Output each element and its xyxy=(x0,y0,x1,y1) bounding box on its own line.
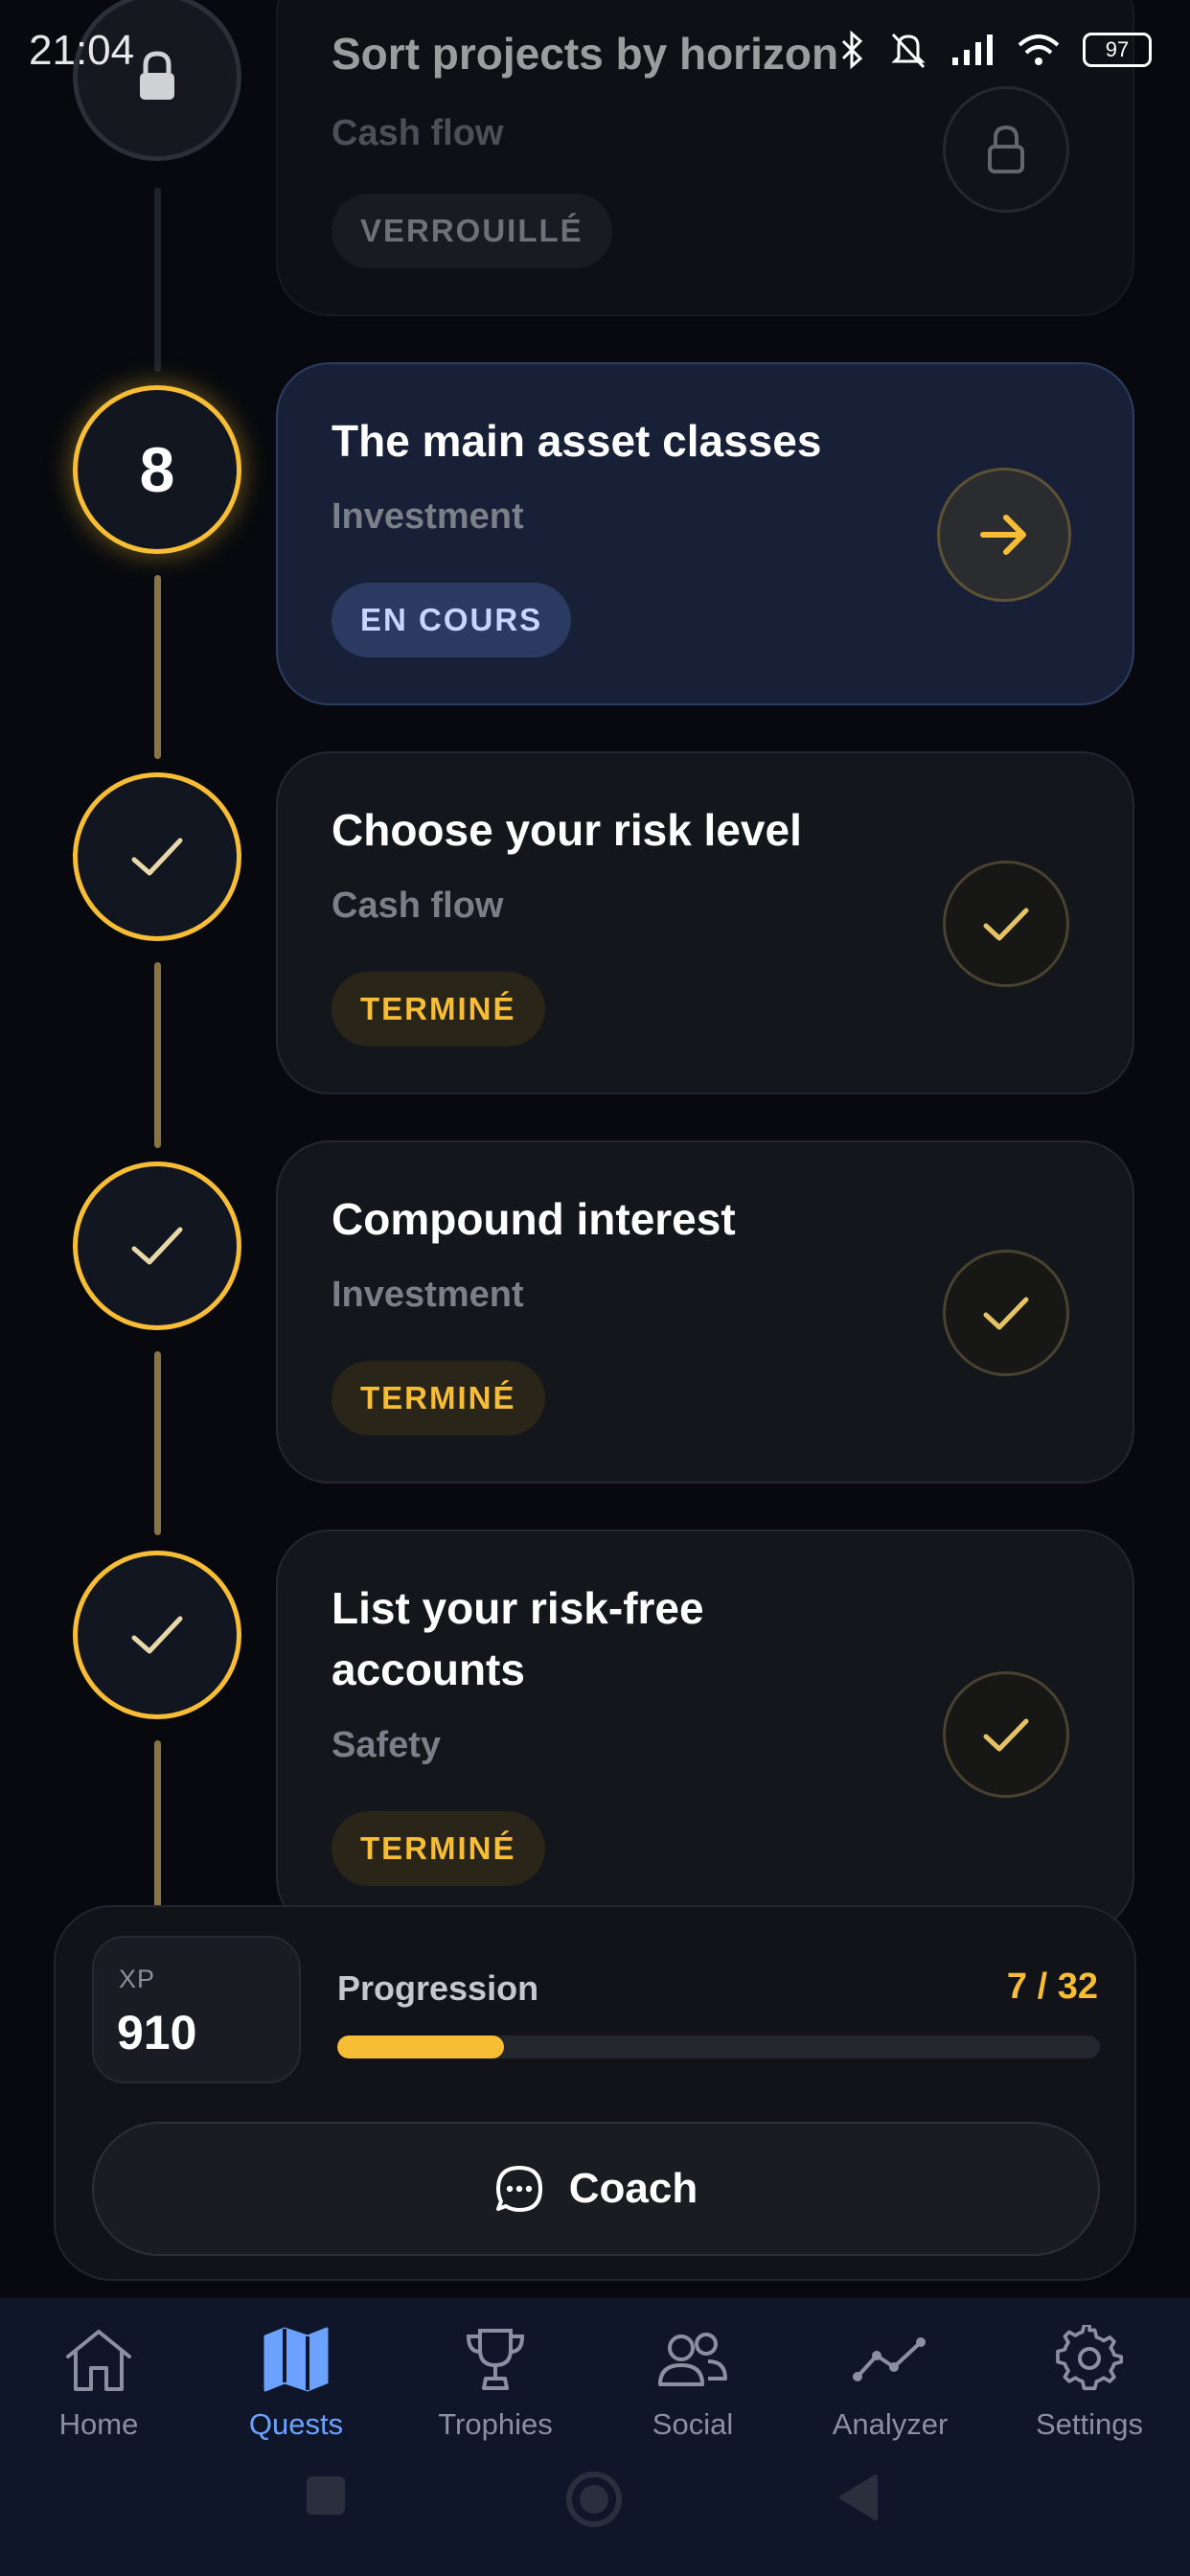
timeline-connector xyxy=(154,575,161,759)
quest-card-done[interactable]: Choose your risk level Cash flow TERMINÉ xyxy=(276,751,1134,1094)
quest-category: Investment xyxy=(332,1275,524,1315)
timeline-node-current: 8 xyxy=(73,385,241,554)
nav-label: Social xyxy=(652,2407,734,2441)
status-badge: TERMINÉ xyxy=(332,1811,545,1886)
nav-item-social[interactable]: Social xyxy=(594,2319,791,2463)
quest-number: 8 xyxy=(139,434,175,505)
arrow-right-icon xyxy=(980,515,1026,555)
bluetooth-icon xyxy=(841,30,863,70)
wifi-icon xyxy=(1018,34,1060,65)
progress-count: 7 / 32 xyxy=(1006,1966,1098,2007)
quest-title: The main asset classes xyxy=(332,416,822,466)
status-time: 21:04 xyxy=(29,27,135,74)
quest-card-current[interactable]: The main asset classes Investment EN COU… xyxy=(276,362,1134,705)
analytics-icon xyxy=(853,2337,926,2381)
battery-level: 97 xyxy=(1105,37,1130,61)
timeline-connector xyxy=(154,962,161,1148)
signal-icon xyxy=(952,34,993,65)
quest-title: Choose your risk level xyxy=(332,805,802,855)
system-navigation-bar xyxy=(0,2453,1190,2549)
coach-button[interactable]: Coach xyxy=(92,2122,1100,2256)
timeline-node-done xyxy=(73,1551,241,1719)
check-icon xyxy=(131,1616,183,1654)
quest-category: Cash flow xyxy=(332,113,504,153)
back-triangle-icon xyxy=(839,2474,878,2520)
nav-item-trophies[interactable]: Trophies xyxy=(397,2319,594,2463)
nav-label: Analyzer xyxy=(832,2407,949,2441)
completed-indicator xyxy=(943,1671,1069,1798)
nav-item-home[interactable]: Home xyxy=(0,2319,197,2463)
check-icon xyxy=(983,1297,1029,1330)
square-icon xyxy=(307,2476,345,2515)
recent-apps-button[interactable] xyxy=(303,2472,349,2518)
quest-title: Compound interest xyxy=(332,1194,736,1244)
nav-item-analyzer[interactable]: Analyzer xyxy=(791,2319,989,2463)
nav-item-quests[interactable]: Quests xyxy=(197,2319,395,2463)
gear-icon xyxy=(1056,2325,1124,2391)
users-icon xyxy=(658,2333,727,2386)
nav-label: Settings xyxy=(1035,2407,1143,2441)
nav-label: Home xyxy=(58,2407,139,2441)
xp-label: XP xyxy=(119,1965,156,1993)
quest-title: List your risk-free accounts xyxy=(332,1583,704,1694)
check-icon xyxy=(131,1227,183,1265)
start-quest-button[interactable] xyxy=(937,468,1071,602)
check-icon xyxy=(983,1718,1029,1752)
progress-bar xyxy=(337,2036,1100,2058)
timeline-node-done xyxy=(73,772,241,941)
status-badge: EN COURS xyxy=(332,583,572,657)
check-icon xyxy=(131,838,183,876)
status-badge: VERROUILLÉ xyxy=(332,194,612,268)
quest-card-done[interactable]: Compound interest Investment TERMINÉ xyxy=(276,1140,1134,1484)
quest-category: Cash flow xyxy=(332,886,504,926)
progress-bar-fill xyxy=(337,2036,505,2058)
home-icon xyxy=(66,2330,131,2391)
circle-icon xyxy=(566,2472,622,2527)
completed-indicator xyxy=(943,861,1069,987)
timeline-node-done xyxy=(73,1162,241,1330)
quest-category: Safety xyxy=(332,1725,442,1765)
xp-value: 910 xyxy=(117,2006,197,2059)
xp-box: XP 910 xyxy=(92,1936,301,2083)
check-icon xyxy=(983,908,1029,941)
status-bar: 21:04 97 xyxy=(0,0,1190,96)
trophy-icon xyxy=(466,2329,525,2390)
quest-card-done[interactable]: List your risk-free accounts Safety TERM… xyxy=(276,1530,1134,1932)
mute-icon xyxy=(891,33,926,69)
map-icon xyxy=(263,2327,329,2392)
nav-item-settings[interactable]: Settings xyxy=(991,2319,1188,2463)
home-system-button[interactable] xyxy=(563,2469,625,2530)
progress-summary-panel: XP 910 Progression 7 / 32 Coach xyxy=(54,1905,1136,2281)
back-button[interactable] xyxy=(835,2472,881,2522)
timeline-connector xyxy=(154,188,161,372)
chat-bubble-icon xyxy=(495,2166,542,2212)
status-icons: 97 xyxy=(839,29,1152,71)
locked-button xyxy=(943,86,1069,213)
timeline-connector xyxy=(154,1740,161,1909)
completed-indicator xyxy=(943,1250,1069,1376)
battery-indicator: 97 xyxy=(1083,33,1152,67)
progress-label: Progression xyxy=(337,1968,539,2008)
coach-label: Coach xyxy=(568,2165,698,2212)
timeline-connector xyxy=(154,1351,161,1535)
status-badge: TERMINÉ xyxy=(332,1361,545,1436)
status-badge: TERMINÉ xyxy=(332,972,545,1046)
nav-label: Quests xyxy=(248,2407,344,2441)
nav-label: Trophies xyxy=(438,2407,553,2441)
lock-icon xyxy=(988,125,1024,173)
quest-category: Investment xyxy=(332,496,524,537)
